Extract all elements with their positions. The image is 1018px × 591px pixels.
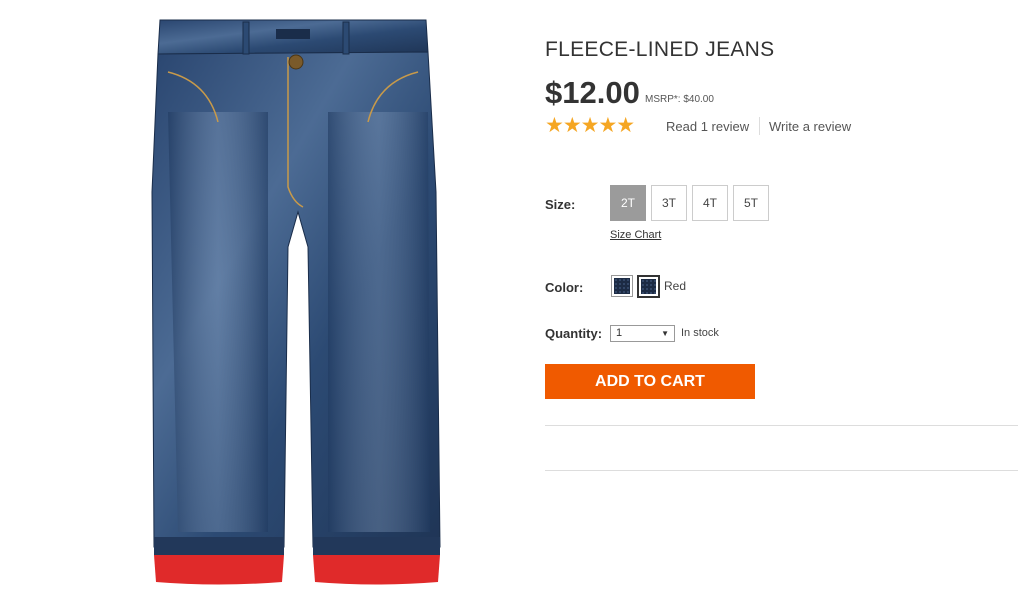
size-option-3t[interactable]: 3T — [651, 185, 687, 221]
color-swatch-red[interactable] — [637, 275, 660, 298]
quantity-value: 1 — [616, 327, 623, 339]
quantity-label: Quantity: — [545, 326, 603, 341]
add-to-cart-button[interactable]: ADD TO CART — [545, 364, 755, 399]
divider — [545, 425, 1018, 426]
product-price: $12.00 — [545, 75, 640, 110]
selected-color-name: Red — [664, 279, 687, 293]
jeans-image — [151, 19, 441, 585]
swatch-chip — [641, 279, 656, 294]
size-chart-link[interactable]: Size Chart — [610, 229, 661, 241]
write-review-link[interactable]: Write a review — [769, 119, 851, 134]
stock-status: In stock — [681, 327, 719, 339]
color-swatch-1[interactable] — [611, 275, 633, 297]
star-rating-icon: ★★★★★ — [545, 114, 635, 137]
size-option-5t[interactable]: 5T — [733, 185, 769, 221]
read-review-link[interactable]: Read 1 review — [666, 119, 749, 134]
quantity-select[interactable]: 1 ▼ — [610, 325, 675, 342]
size-label: Size: — [545, 197, 576, 212]
divider — [545, 470, 1018, 471]
color-label: Color: — [545, 280, 584, 295]
size-option-2t[interactable]: 2T — [610, 185, 646, 221]
product-image[interactable] — [148, 12, 448, 586]
chevron-down-icon: ▼ — [661, 329, 669, 338]
product-info: FLEECE-LINED JEANS $12.00 MSRP*: $40.00 … — [545, 0, 1018, 590]
swatch-chip — [614, 278, 630, 294]
size-option-4t[interactable]: 4T — [692, 185, 728, 221]
msrp-price: MSRP*: $40.00 — [645, 94, 714, 105]
review-divider — [759, 117, 760, 135]
product-title: FLEECE-LINED JEANS — [545, 38, 775, 61]
